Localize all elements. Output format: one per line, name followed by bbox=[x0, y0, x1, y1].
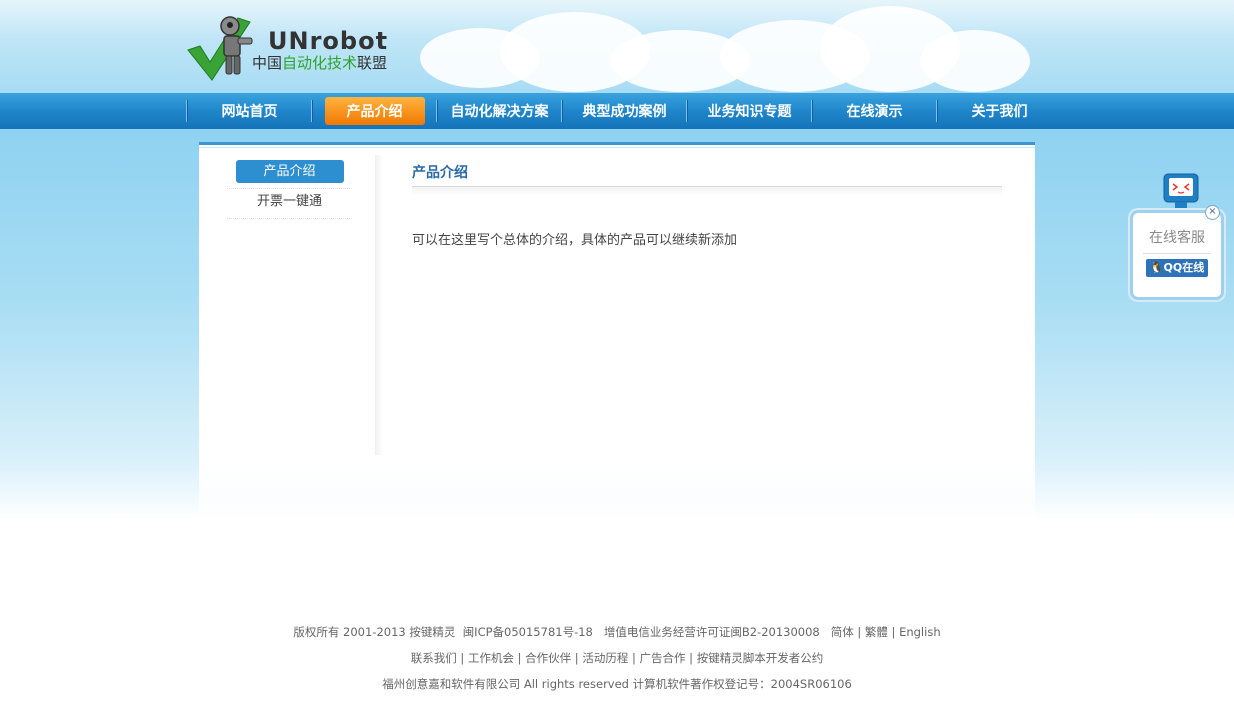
nav-item-about[interactable]: 关于我们 bbox=[938, 93, 1061, 129]
footer-link-partners[interactable]: 合作伙伴 bbox=[525, 651, 571, 665]
nav-label: 业务知识专题 bbox=[707, 104, 792, 120]
nav-label: 产品介绍 bbox=[324, 97, 425, 125]
footer-link-ads[interactable]: 广告合作 bbox=[640, 651, 686, 665]
tagline-suffix: 联盟 bbox=[357, 54, 388, 72]
qq-online-button[interactable]: 🐧QQ在线 bbox=[1146, 259, 1208, 277]
brand-name: UNrobot bbox=[268, 27, 389, 55]
main-nav-bar: 网站首页 产品介绍 自动化解决方案 典型成功案例 业务知识专题 在线演示 关于我… bbox=[0, 93, 1234, 129]
footer-company: 福州创意嘉和软件有限公司 All rights reserved 计算机软件著作… bbox=[382, 677, 852, 691]
main-nav: 网站首页 产品介绍 自动化解决方案 典型成功案例 业务知识专题 在线演示 关于我… bbox=[186, 93, 1061, 129]
service-title: 在线客服 bbox=[1149, 230, 1205, 246]
nav-label: 关于我们 bbox=[971, 104, 1028, 120]
tagline-highlight: 自动化技术 bbox=[282, 54, 358, 72]
footer-license: 增值电信业务经营许可证闽B2-20130008 bbox=[603, 625, 820, 639]
footer-link-dev-pact[interactable]: 按键精灵脚本开发者公约 bbox=[697, 651, 824, 665]
cloud-decoration bbox=[920, 30, 1030, 92]
site-logo[interactable]: UNrobot 中国自动化技术联盟 bbox=[186, 10, 416, 86]
footer-line-copyright: 版权所有 2001-2013 按键精灵 闽ICP备05015781号-18 增值… bbox=[293, 625, 941, 639]
sidebar-item-label: 产品介绍 bbox=[235, 160, 344, 183]
service-divider bbox=[1143, 253, 1211, 254]
tagline-prefix: 中国 bbox=[252, 54, 283, 72]
title-underline-shadow bbox=[412, 187, 1002, 195]
nav-item-knowledge[interactable]: 业务知识专题 bbox=[688, 93, 811, 129]
panel-top-line bbox=[199, 147, 1035, 148]
lang-simplified-link[interactable]: 简体 bbox=[831, 625, 854, 639]
sidebar: 产品介绍 开票一键通 bbox=[227, 159, 352, 219]
footer-icp-link[interactable]: 闽ICP备05015781号-18 bbox=[463, 625, 593, 639]
footer-copyright: 版权所有 2001-2013 按键精灵 bbox=[293, 625, 456, 639]
brand-tagline: 中国自动化技术联盟 bbox=[252, 52, 387, 73]
sidebar-item-products[interactable]: 产品介绍 bbox=[227, 159, 352, 189]
nav-item-solutions[interactable]: 自动化解决方案 bbox=[438, 93, 561, 129]
qq-online-label: QQ在线 bbox=[1163, 261, 1205, 274]
sidebar-divider bbox=[375, 155, 383, 455]
footer-line-company: 福州创意嘉和软件有限公司 All rights reserved 计算机软件著作… bbox=[0, 676, 1234, 692]
lang-english-link[interactable]: English bbox=[899, 625, 941, 639]
footer-link-contact[interactable]: 联系我们 bbox=[411, 651, 457, 665]
service-robot-icon bbox=[1163, 173, 1199, 212]
nav-item-demo[interactable]: 在线演示 bbox=[813, 93, 936, 129]
close-icon[interactable]: × bbox=[1205, 205, 1220, 220]
nav-item-home[interactable]: 网站首页 bbox=[188, 93, 311, 129]
footer-line-links: 联系我们 | 工作机会 | 合作伙伴 | 活动历程 | 广告合作 | 按键精灵脚… bbox=[410, 651, 824, 665]
page-title: 产品介绍 bbox=[412, 165, 468, 181]
service-box: 在线客服 🐧QQ在线 bbox=[1130, 210, 1224, 300]
sidebar-item-label: 开票一键通 bbox=[256, 194, 322, 209]
nav-label: 自动化解决方案 bbox=[450, 104, 549, 120]
nav-label: 网站首页 bbox=[221, 104, 278, 120]
footer-link-jobs[interactable]: 工作机会 bbox=[468, 651, 514, 665]
content-panel: 产品介绍 开票一键通 产品介绍 可以在这里写个总体的介绍，具体的产品可以继续新添… bbox=[199, 142, 1035, 605]
sidebar-item-invoice[interactable]: 开票一键通 bbox=[227, 189, 352, 219]
nav-label: 典型成功案例 bbox=[582, 104, 667, 120]
footer-link-history[interactable]: 活动历程 bbox=[582, 651, 628, 665]
qq-penguin-icon: 🐧 bbox=[1149, 261, 1164, 274]
nav-item-cases[interactable]: 典型成功案例 bbox=[563, 93, 686, 129]
nav-label: 在线演示 bbox=[846, 104, 903, 120]
online-service-widget: 在线客服 🐧QQ在线 × bbox=[1130, 172, 1224, 300]
nav-item-products[interactable]: 产品介绍 bbox=[313, 93, 436, 129]
page-body-text: 可以在这里写个总体的介绍，具体的产品可以继续新添加 bbox=[412, 233, 738, 248]
lang-traditional-link[interactable]: 繁體 bbox=[865, 625, 888, 639]
